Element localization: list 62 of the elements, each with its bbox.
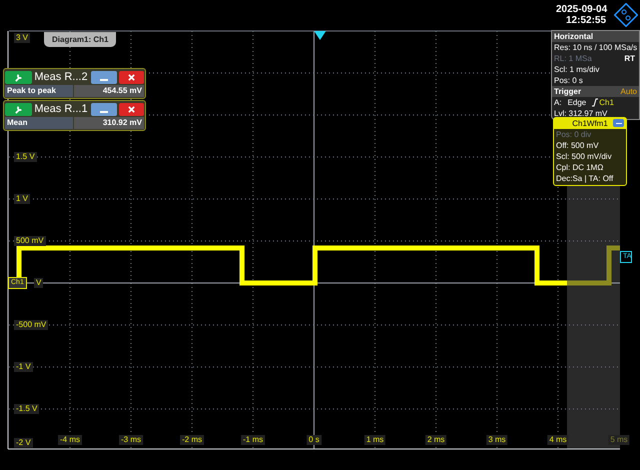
minimize-icon [100,78,108,80]
axis-label: 500 mV [14,236,46,246]
info-line: Scl: 500 mV/div [556,151,613,162]
measurement-value: 454.55 mV [74,85,144,97]
rising-edge-icon [592,98,598,107]
axis-label: 2 ms [425,435,447,445]
axis-label: -2 V [14,438,33,448]
close-button[interactable] [118,70,144,84]
trigger-mode: Auto [620,86,637,97]
axis-label: 3 V [14,33,30,43]
info-line: Dec:Sa | TA: Off [556,173,614,184]
info-line: Scl: 1 ms/div [554,64,600,75]
panel-title: Meas R...2 [34,70,89,84]
info-line: Res: 10 ns / 100 MSa/s [554,42,638,53]
wrench-icon [14,72,24,82]
axis-label: 4 ms [547,435,569,445]
axis-label: -500 mV [14,320,48,330]
axis-label: -4 ms [58,435,82,445]
date-label: 2025-09-04 [556,4,608,15]
minimize-button[interactable] [91,102,117,116]
axis-label: 1 V [14,194,30,204]
axis-label: 3 ms [486,435,508,445]
info-line: Off: 500 mV [556,140,600,151]
axis-label: 5 ms [608,435,630,445]
info-line: RL: 1 MSa [554,53,592,64]
axis-label: -1 ms [241,435,265,445]
panel-header: Trigger [554,86,582,97]
close-icon [128,74,135,80]
close-icon [128,106,135,112]
time-label: 12:52:55 [566,15,606,26]
trigger-level: Lvl: 312.97 mV [553,108,608,119]
info-line: Pos: 0 s [554,75,583,86]
minimize-icon [100,110,108,112]
panel-header: Ch1Wfm1 [572,118,608,129]
measurement-label: Mean [5,117,73,129]
diamond-logo-icon [614,3,638,27]
diagram-tab[interactable]: Diagram1: Ch1 [44,32,116,47]
axis-label: -3 ms [119,435,143,445]
trigger-marker-icon [314,31,326,40]
axis-label: 1 ms [364,435,386,445]
axis-label: -1 V [14,362,33,372]
measurement-value: 310.92 mV [74,117,144,129]
panel-header: Horizontal [552,31,639,42]
trigger-source: Ch1 [599,97,614,108]
wrench-icon [14,104,24,114]
settings-button[interactable] [5,102,32,116]
info-line: Cpl: DC 1MΩ [556,162,604,173]
axis-label: 0 s [306,435,322,445]
trigger-slot: A: [554,97,562,108]
trigger-type: Edge [568,97,586,108]
settings-button[interactable] [5,70,32,84]
measurement-label: Peak to peak [5,85,73,97]
panel-title: Meas R...1 [34,102,89,116]
axis-label: -1.5 V [14,404,40,414]
mode-label: RT [624,53,636,64]
minimize-button[interactable] [91,70,117,84]
minimize-icon [616,122,622,124]
axis-label: 1.5 V [14,152,37,162]
axis-label: V [34,278,44,288]
close-button[interactable] [118,102,144,116]
info-line: Pos: 0 div [556,129,592,140]
axis-label: -2 ms [180,435,204,445]
